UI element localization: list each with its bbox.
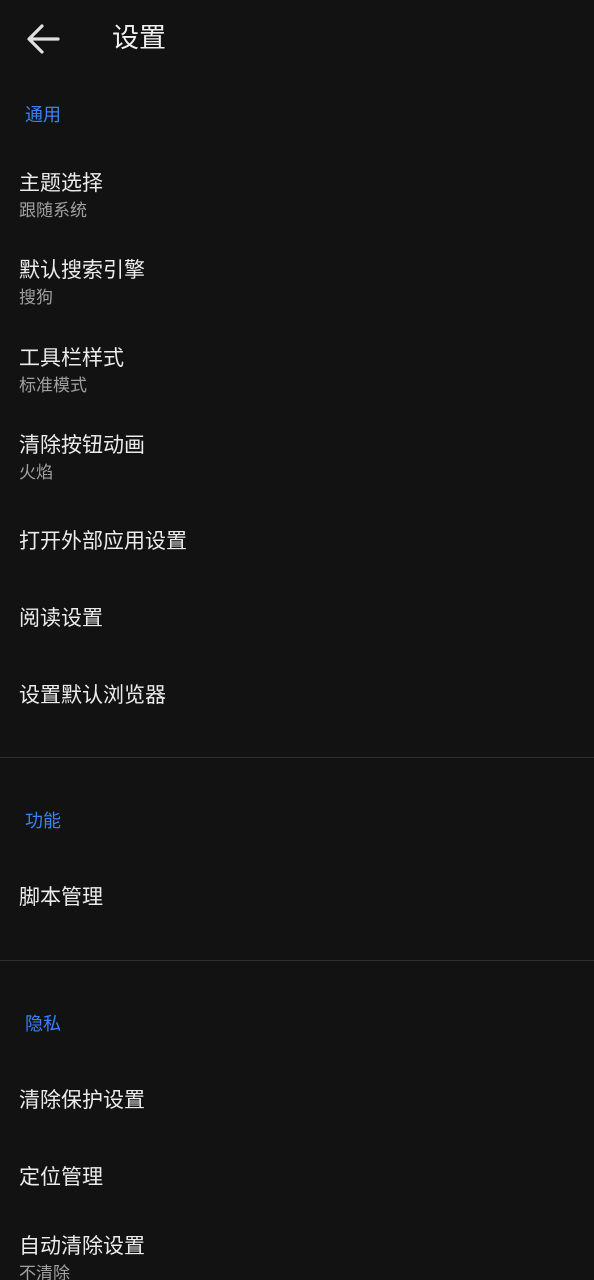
item-title: 主题选择 bbox=[19, 171, 103, 195]
section-header-features: 功能 bbox=[25, 811, 61, 832]
item-title: 工具栏样式 bbox=[19, 346, 124, 370]
setting-item-auto-clear[interactable]: 自动清除设置 不清除 bbox=[0, 1216, 594, 1280]
item-title: 清除保护设置 bbox=[19, 1088, 145, 1112]
item-subtitle: 火焰 bbox=[19, 463, 53, 483]
item-title: 清除按钮动画 bbox=[19, 433, 145, 457]
setting-item-theme[interactable]: 主题选择 跟随系统 bbox=[0, 150, 594, 236]
item-title: 打开外部应用设置 bbox=[19, 529, 187, 553]
item-subtitle: 不清除 bbox=[19, 1264, 70, 1280]
setting-item-reading[interactable]: 阅读设置 bbox=[0, 580, 594, 657]
setting-item-script-manager[interactable]: 脚本管理 bbox=[0, 860, 594, 937]
item-title: 脚本管理 bbox=[19, 885, 103, 909]
setting-item-clear-protection[interactable]: 清除保护设置 bbox=[0, 1062, 594, 1139]
page-title: 设置 bbox=[112, 23, 166, 54]
arrow-left-icon bbox=[27, 24, 60, 54]
setting-item-toolbar-style[interactable]: 工具栏样式 标准模式 bbox=[0, 324, 594, 412]
setting-item-location[interactable]: 定位管理 bbox=[0, 1139, 594, 1216]
item-subtitle: 搜狗 bbox=[19, 288, 53, 308]
section-header-general: 通用 bbox=[25, 105, 61, 126]
setting-item-default-browser[interactable]: 设置默认浏览器 bbox=[0, 657, 594, 734]
settings-screen: 设置 通用 主题选择 跟随系统 默认搜索引擎 搜狗 工具栏样式 标准模式 清除按… bbox=[0, 0, 594, 1280]
section-header-privacy: 隐私 bbox=[25, 1014, 61, 1035]
setting-item-external-apps[interactable]: 打开外部应用设置 bbox=[0, 503, 594, 580]
setting-item-search-engine[interactable]: 默认搜索引擎 搜狗 bbox=[0, 236, 594, 324]
item-subtitle: 跟随系统 bbox=[19, 201, 87, 221]
back-button[interactable] bbox=[18, 16, 68, 62]
item-title: 定位管理 bbox=[19, 1165, 103, 1189]
app-bar: 设置 bbox=[0, 0, 594, 80]
item-title: 自动清除设置 bbox=[19, 1234, 145, 1258]
section-divider bbox=[0, 960, 594, 961]
item-title: 阅读设置 bbox=[19, 606, 103, 630]
item-title: 默认搜索引擎 bbox=[19, 258, 145, 282]
section-divider bbox=[0, 757, 594, 758]
item-title: 设置默认浏览器 bbox=[19, 683, 166, 707]
item-subtitle: 标准模式 bbox=[19, 376, 87, 396]
setting-item-clear-animation[interactable]: 清除按钮动画 火焰 bbox=[0, 412, 594, 500]
